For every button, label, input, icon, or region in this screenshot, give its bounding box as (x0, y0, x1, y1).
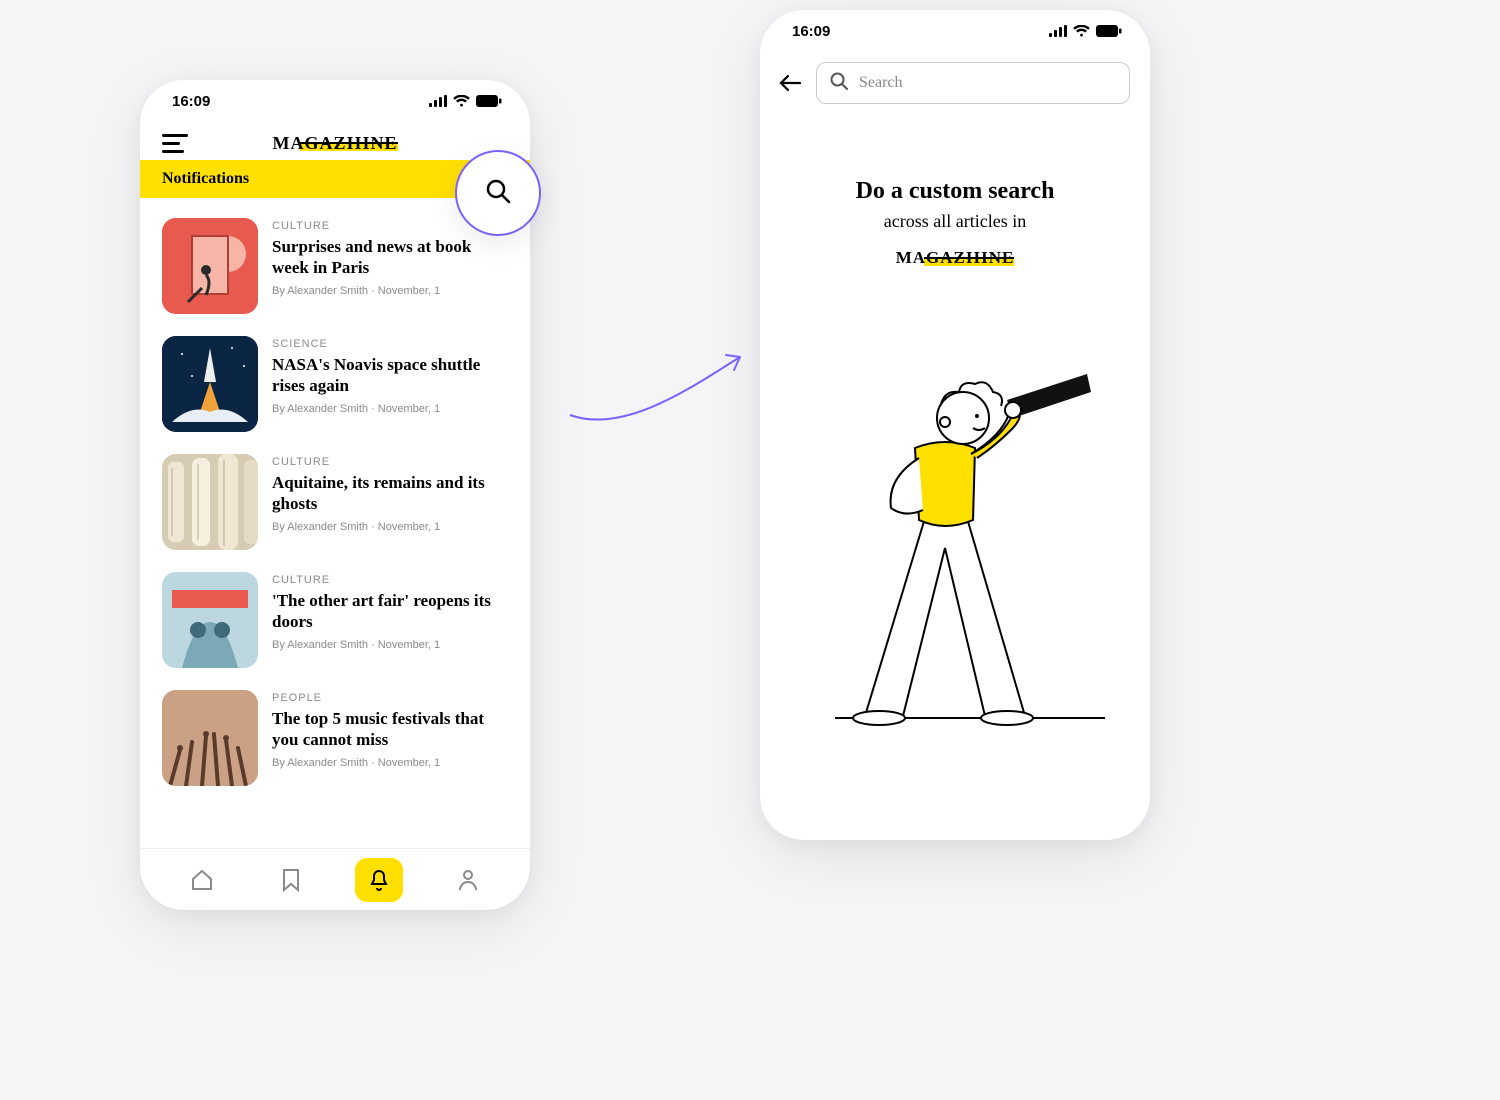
wifi-icon (453, 95, 470, 107)
brand-logo: MAGAZIIINE (272, 133, 397, 154)
battery-icon (476, 95, 502, 107)
app-header: MAGAZIIINE (140, 122, 530, 160)
search-field[interactable] (816, 62, 1130, 104)
hero-title: Do a custom search (760, 178, 1150, 205)
search-icon (829, 71, 849, 96)
bottom-nav (140, 848, 530, 910)
article-category: PEOPLE (272, 692, 508, 704)
hero-subtitle: across all articles in (760, 211, 1150, 232)
search-highlight-circle[interactable] (455, 150, 541, 236)
search-icon (483, 176, 513, 211)
wifi-icon (1073, 25, 1090, 37)
article-title: Surprises and news at book week in Paris (272, 236, 508, 279)
article-thumb (162, 218, 258, 314)
nav-home[interactable] (178, 858, 226, 902)
nav-bell[interactable] (355, 858, 403, 902)
article-title: The top 5 music festivals that you canno… (272, 708, 508, 751)
article-thumb (162, 690, 258, 786)
article-title: NASA's Noavis space shuttle rises again (272, 354, 508, 397)
article-meta: By Alexander Smith · November, 1 (272, 285, 508, 297)
search-illustration (795, 318, 1115, 738)
article-meta: By Alexander Smith · November, 1 (272, 403, 508, 415)
article-title: Aquitaine, its remains and its ghosts (272, 472, 508, 515)
article-category: CULTURE (272, 574, 508, 586)
search-hero: Do a custom search across all articles i… (760, 178, 1150, 268)
article-meta: By Alexander Smith · November, 1 (272, 639, 508, 651)
article-meta: By Alexander Smith · November, 1 (272, 521, 508, 533)
status-indicators (1049, 25, 1122, 37)
status-bar: 16:09 (760, 10, 1150, 52)
article-item[interactable]: CULTURE Aquitaine, its remains and its g… (162, 454, 508, 550)
phone-search: 16:09 (760, 10, 1150, 840)
battery-icon (1096, 25, 1122, 37)
menu-button[interactable] (162, 132, 188, 154)
brand-logo: MAGAZIIINE (896, 248, 1015, 268)
article-category: SCIENCE (272, 338, 508, 350)
article-item[interactable]: SCIENCE NASA's Noavis space shuttle rise… (162, 336, 508, 432)
article-item[interactable]: CULTURE 'The other art fair' reopens its… (162, 572, 508, 668)
article-meta: By Alexander Smith · November, 1 (272, 757, 508, 769)
article-thumb (162, 336, 258, 432)
signal-icon (429, 95, 447, 107)
article-category: CULTURE (272, 456, 508, 468)
article-thumb (162, 454, 258, 550)
article-item[interactable]: PEOPLE The top 5 music festivals that yo… (162, 690, 508, 786)
article-item[interactable]: CULTURE Surprises and news at book week … (162, 218, 508, 314)
status-bar: 16:09 (140, 80, 530, 122)
article-thumb (162, 572, 258, 668)
article-list[interactable]: CULTURE Surprises and news at book week … (140, 198, 530, 848)
status-indicators (429, 95, 502, 107)
article-title: 'The other art fair' reopens its doors (272, 590, 508, 633)
status-time: 16:09 (172, 93, 210, 110)
signal-icon (1049, 25, 1067, 37)
nav-profile[interactable] (444, 858, 492, 902)
flow-arrow (565, 345, 755, 435)
search-header (760, 52, 1150, 104)
status-time: 16:09 (792, 23, 830, 40)
nav-bookmark[interactable] (267, 858, 315, 902)
search-input[interactable] (859, 74, 1117, 92)
back-button[interactable] (776, 69, 804, 97)
